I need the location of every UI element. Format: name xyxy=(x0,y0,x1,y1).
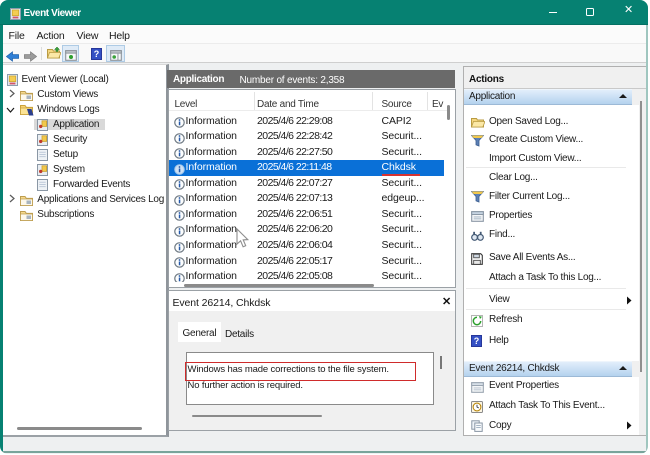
svg-text:?: ? xyxy=(473,336,479,346)
svg-text:?: ? xyxy=(94,49,100,59)
